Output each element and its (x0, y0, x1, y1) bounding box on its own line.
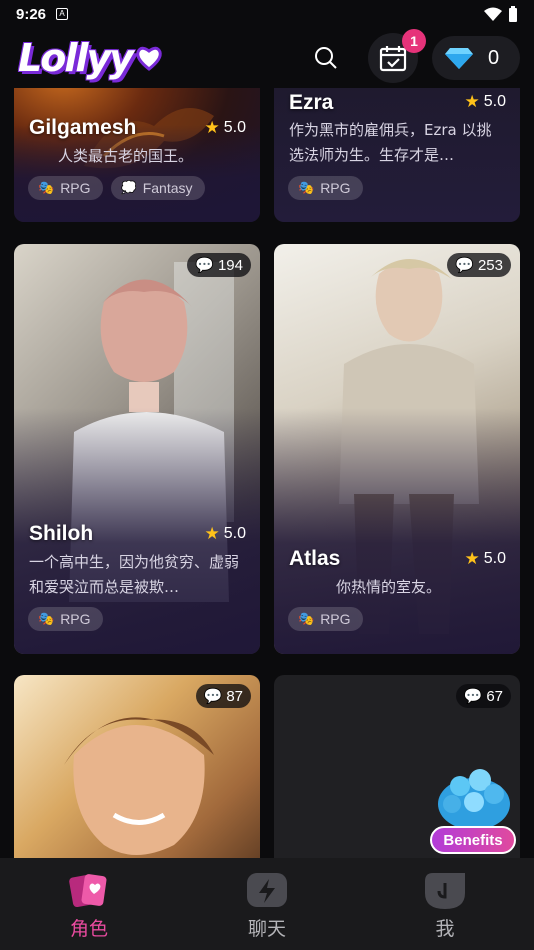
logo-text: Lollyy (18, 36, 134, 80)
nav-label: 角色 (69, 918, 108, 940)
search-button[interactable] (306, 38, 346, 78)
rating: ★ 5.0 (465, 92, 507, 112)
rating: ★ 5.0 (465, 549, 507, 569)
character-description: 作为黑市的雇佣兵，Ezra 以挑选法师为生。生存才是… (289, 121, 492, 164)
app-logo: Lollyy (18, 36, 164, 80)
tag-label: RPG (320, 180, 351, 196)
tag-label: RPG (320, 611, 351, 627)
chat-count: 67 (486, 687, 503, 705)
tag-label: RPG (60, 180, 91, 196)
calendar-check-icon (379, 46, 407, 72)
status-icons (484, 6, 518, 22)
mask-icon: 🎭 (298, 180, 315, 195)
nav-tab-profile[interactable]: 我 (356, 858, 534, 950)
benefits-button[interactable]: Benefits (430, 764, 518, 856)
tag-label: Fantasy (142, 180, 193, 196)
gems-balance-button[interactable]: 0 (432, 36, 520, 80)
nav-label: 我 (435, 918, 455, 940)
nav-tab-chat[interactable]: 聊天 (178, 858, 356, 950)
chat-count-badge: 💬 67 (455, 684, 511, 708)
tag-rpg: 🎭 RPG (28, 176, 103, 200)
chat-count-badge: 💬 87 (195, 684, 251, 708)
profile-icon (422, 870, 468, 912)
tag-list: 🎭 RPG (288, 607, 363, 631)
tag-rpg: 🎭 RPG (28, 607, 103, 631)
chat-count-badge: 💬 194 (187, 253, 251, 277)
gem-pile-icon (438, 769, 510, 830)
wifi-icon (484, 7, 502, 21)
rating: ★ 5.0 (205, 524, 247, 544)
star-icon: ★ (464, 92, 480, 111)
star-icon: ★ (204, 118, 220, 137)
tag-list: 🎭 RPG 💭 Fantasy (28, 176, 205, 200)
character-description: 你热情的室友。 (336, 578, 442, 596)
heart-icon (136, 46, 162, 71)
tag-label: RPG (60, 611, 91, 627)
app-header: Lollyy 1 0 (0, 28, 534, 88)
character-description: 人类最古老的国王。 (58, 147, 194, 165)
checkin-badge: 1 (402, 29, 426, 53)
search-icon (315, 47, 337, 69)
rating-value: 5.0 (223, 119, 246, 136)
tag-rpg: 🎭 RPG (288, 607, 363, 631)
nav-tab-characters[interactable]: 角色 (0, 858, 178, 950)
chat-bubble-icon: 💬 (195, 257, 214, 274)
character-description: 一个高中生，因为他贫穷、虚弱和爱哭泣而总是被欺… (29, 553, 240, 596)
daily-checkin-button[interactable]: 1 (368, 29, 426, 83)
chat-bubble-icon: 💬 (455, 257, 474, 274)
nav-label: 聊天 (247, 918, 286, 940)
mask-icon: 🎭 (298, 611, 315, 626)
tag-fantasy: 💭 Fantasy (110, 176, 205, 200)
status-bar: 9:26 A (0, 0, 534, 28)
mask-icon: 🎭 (38, 180, 55, 195)
star-icon: ★ (204, 524, 220, 543)
battery-icon (509, 6, 517, 22)
character-name: Ezra (289, 91, 334, 114)
cards-icon (66, 870, 112, 912)
star-icon: ★ (464, 549, 480, 568)
chat-bolt-icon (244, 870, 290, 912)
tag-list: 🎭 RPG (28, 607, 103, 631)
chat-count-badge: 💬 253 (447, 253, 511, 277)
character-card-shiloh[interactable]: 💬 194 Shiloh ★ 5.0 一个高中生，因为他贫穷、虚弱和爱哭泣而总是… (14, 244, 260, 654)
chat-bubble-icon: 💬 (463, 688, 483, 705)
character-name: Atlas (289, 547, 341, 570)
character-grid[interactable]: Gilgamesh ★ 5.0 人类最古老的国王。 🎭 RPG 💭 Fantasy … (0, 0, 534, 858)
rating-value: 5.0 (483, 550, 506, 567)
tag-rpg: 🎭 RPG (288, 176, 363, 200)
thought-bubble-icon: 💭 (120, 180, 137, 195)
status-time: 9:26 (16, 5, 47, 23)
character-card-atlas[interactable]: 💬 253 Atlas ★ 5.0 你热情的室友。 🎭 RPG (274, 244, 520, 654)
rating: ★ 5.0 (205, 118, 247, 138)
gems-count: 0 (488, 46, 500, 69)
chat-count: 87 (226, 687, 243, 705)
notification-icon: A (56, 8, 69, 20)
chat-count: 253 (477, 256, 503, 274)
character-portrait (64, 717, 214, 855)
chat-count: 194 (217, 256, 243, 274)
benefits-label: Benefits (430, 826, 516, 854)
rating-value: 5.0 (483, 93, 506, 110)
mask-icon: 🎭 (38, 611, 55, 626)
character-name: Shiloh (29, 522, 94, 545)
character-card-boy[interactable]: 💬 87 (14, 675, 260, 858)
diamond-icon (445, 48, 473, 69)
rating-value: 5.0 (223, 525, 246, 542)
chat-bubble-icon: 💬 (203, 688, 223, 705)
character-name: Gilgamesh (29, 116, 137, 139)
tag-list: 🎭 RPG (288, 176, 363, 200)
bottom-nav: 角色 聊天 我 (0, 858, 534, 950)
